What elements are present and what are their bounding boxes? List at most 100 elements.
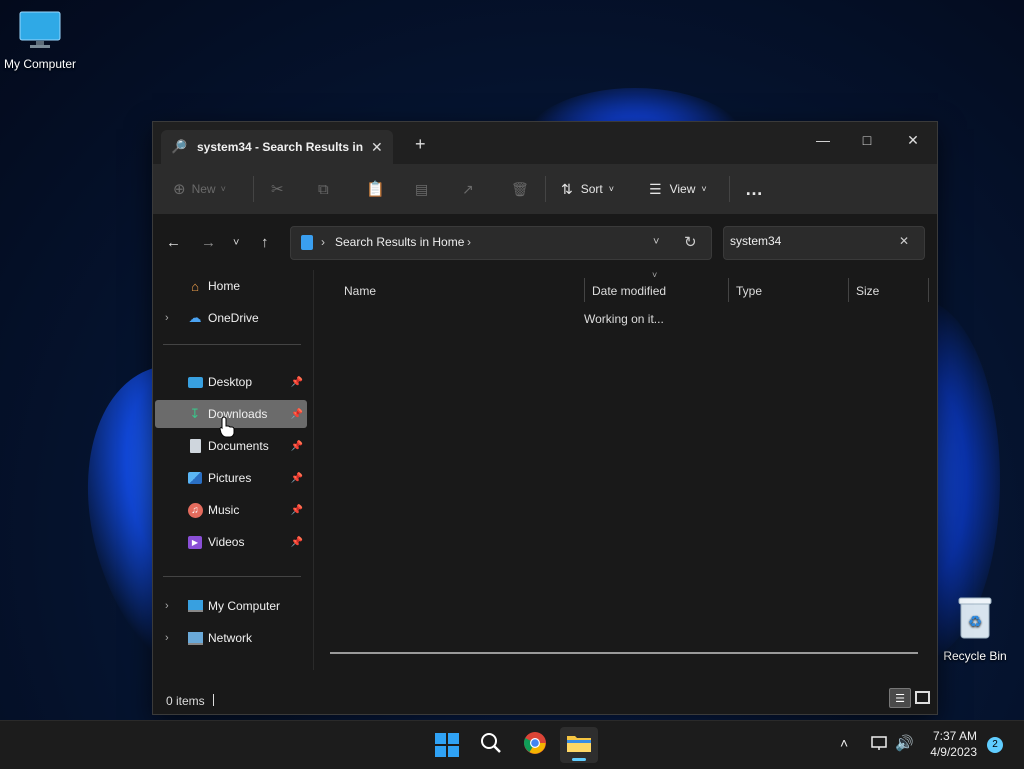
file-explorer-taskbar-button[interactable] — [560, 727, 598, 763]
column-header-type[interactable]: Type — [730, 278, 846, 304]
cloud-icon: ☁ — [188, 310, 202, 325]
column-separator[interactable] — [928, 278, 929, 302]
more-label: … — [745, 178, 763, 199]
clear-search-icon[interactable]: ✕ — [899, 234, 909, 248]
address-location[interactable]: Search Results in Home — [335, 235, 464, 249]
show-hidden-icons-button[interactable]: ˄ — [840, 735, 848, 751]
clock[interactable]: 7:37 AM 4/9/2023 — [925, 729, 977, 759]
column-label: Type — [736, 284, 763, 298]
recent-locations-button[interactable]: ˅ — [233, 237, 239, 249]
sidebar-item-my-computer[interactable]: › My Computer — [155, 592, 307, 620]
music-icon: ♫ — [187, 502, 203, 518]
plus-circle-icon: ⊕ — [173, 181, 186, 198]
desktop-icon-recycle-bin[interactable]: ♻ Recycle Bin — [935, 596, 1015, 663]
desktop-folder-icon — [187, 374, 203, 390]
refresh-icon[interactable]: ↻ — [684, 233, 697, 251]
copy-button[interactable]: ⧉ — [318, 178, 329, 200]
back-button[interactable]: ← — [166, 234, 181, 251]
column-header-name[interactable]: Name — [338, 278, 584, 304]
up-button[interactable]: ↑ — [261, 234, 269, 251]
column-separator[interactable] — [584, 278, 585, 302]
chrome-taskbar-button[interactable] — [516, 727, 554, 763]
sidebar-item-label: Downloads — [208, 407, 268, 421]
close-tab-icon[interactable]: ✕ — [371, 139, 383, 156]
sidebar-item-home[interactable]: ⌂ Home — [155, 272, 307, 300]
view-list-icon: ☰ — [649, 180, 662, 197]
scissors-icon: ✂ — [271, 181, 284, 198]
chevron-right-icon: › — [467, 235, 471, 249]
column-separator[interactable] — [848, 278, 849, 302]
tiles-view-icon — [914, 690, 930, 704]
chevron-right-icon[interactable]: › — [165, 312, 169, 324]
rename-button[interactable]: ▤ — [415, 178, 428, 200]
address-bar[interactable]: › Search Results in Home › ˅ ↻ — [290, 226, 712, 260]
column-label: Date modified — [592, 284, 667, 298]
folder-icon — [566, 732, 592, 759]
clock-time: 7:37 AM — [932, 729, 977, 743]
minimize-button[interactable]: — — [801, 126, 845, 154]
monitor-icon — [0, 10, 80, 53]
tab-search-results[interactable]: 🔎 system34 - Search Results in H ✕ — [161, 130, 393, 164]
cut-button[interactable]: ✂ — [271, 178, 284, 200]
chevron-down-icon: ˅ — [608, 184, 615, 194]
column-header-size[interactable]: Size — [850, 278, 926, 304]
share-button[interactable]: ↗ — [462, 178, 474, 200]
notification-badge[interactable]: 2 — [987, 737, 1003, 753]
chevron-right-icon[interactable]: › — [165, 632, 169, 644]
loading-message: Working on it... — [584, 312, 664, 326]
search-results-icon — [301, 235, 313, 250]
tiles-view-button[interactable] — [913, 688, 931, 706]
pin-icon: 📌 — [290, 440, 303, 452]
paste-button[interactable]: 📋 — [366, 178, 385, 200]
sidebar-item-music[interactable]: ♫ Music 📌 — [155, 496, 307, 524]
chevron-down-icon: ˅ — [701, 184, 707, 194]
desktop-icon-my-computer[interactable]: My Computer — [0, 10, 80, 71]
sidebar-item-pictures[interactable]: Pictures 📌 — [155, 464, 307, 492]
search-box[interactable]: ✕ — [723, 226, 925, 260]
share-icon: ↗ — [462, 180, 474, 197]
chevron-down-icon: ˅ — [220, 184, 226, 194]
horizontal-scrollbar[interactable] — [330, 652, 918, 654]
toolbar-separator — [729, 176, 730, 202]
status-separator — [213, 694, 214, 706]
clipboard-icon: 📋 — [366, 181, 385, 198]
address-history-button[interactable]: ˅ — [653, 236, 659, 248]
delete-button[interactable]: 🗑 — [511, 178, 529, 200]
sort-button[interactable]: ⇅ Sort ˅ — [561, 178, 614, 200]
view-button[interactable]: ☰ View ˅ — [649, 178, 707, 200]
network-icon — [187, 630, 203, 646]
maximize-button[interactable]: □ — [845, 126, 889, 154]
sidebar-item-desktop[interactable]: Desktop 📌 — [155, 368, 307, 396]
toolbar-separator — [253, 176, 254, 202]
navigation-pane: ⌂ Home › ☁ OneDrive Desktop 📌 ↧ Download… — [153, 270, 311, 670]
search-icon: 🔎 — [171, 139, 188, 154]
forward-button[interactable]: → — [201, 234, 216, 251]
search-button[interactable] — [472, 727, 510, 763]
sidebar-item-label: Pictures — [208, 471, 252, 485]
trash-icon: 🗑 — [511, 180, 529, 197]
new-tab-button[interactable]: + — [415, 134, 426, 155]
home-icon: ⌂ — [191, 278, 199, 294]
see-more-button[interactable]: … — [745, 178, 763, 200]
column-label: Name — [344, 284, 377, 298]
volume-tray-button[interactable]: 🔊 — [895, 734, 914, 752]
computer-icon — [187, 598, 203, 614]
details-view-button[interactable]: ☰ — [889, 688, 911, 708]
column-header-date-modified[interactable]: Date modified — [586, 278, 728, 304]
file-explorer-window: 🔎 system34 - Search Results in H ✕ + — □… — [152, 121, 938, 715]
column-separator[interactable] — [728, 278, 729, 302]
network-tray-button[interactable] — [870, 735, 888, 754]
download-icon: ↧ — [189, 406, 201, 421]
close-window-button[interactable]: ✕ — [891, 126, 935, 154]
arrow-left-icon: ← — [166, 234, 181, 251]
sidebar-item-network[interactable]: › Network — [155, 624, 307, 652]
search-input[interactable] — [728, 233, 892, 249]
sidebar-item-onedrive[interactable]: › ☁ OneDrive — [155, 304, 307, 332]
new-button[interactable]: ⊕ New ˅ — [173, 178, 226, 200]
clock-date: 4/9/2023 — [930, 745, 977, 759]
start-button[interactable] — [428, 727, 466, 763]
chevron-right-icon[interactable]: › — [165, 600, 169, 612]
mouse-cursor-hand-icon — [219, 416, 235, 443]
sidebar-item-videos[interactable]: ▶ Videos 📌 — [155, 528, 307, 556]
pictures-icon — [187, 470, 203, 486]
